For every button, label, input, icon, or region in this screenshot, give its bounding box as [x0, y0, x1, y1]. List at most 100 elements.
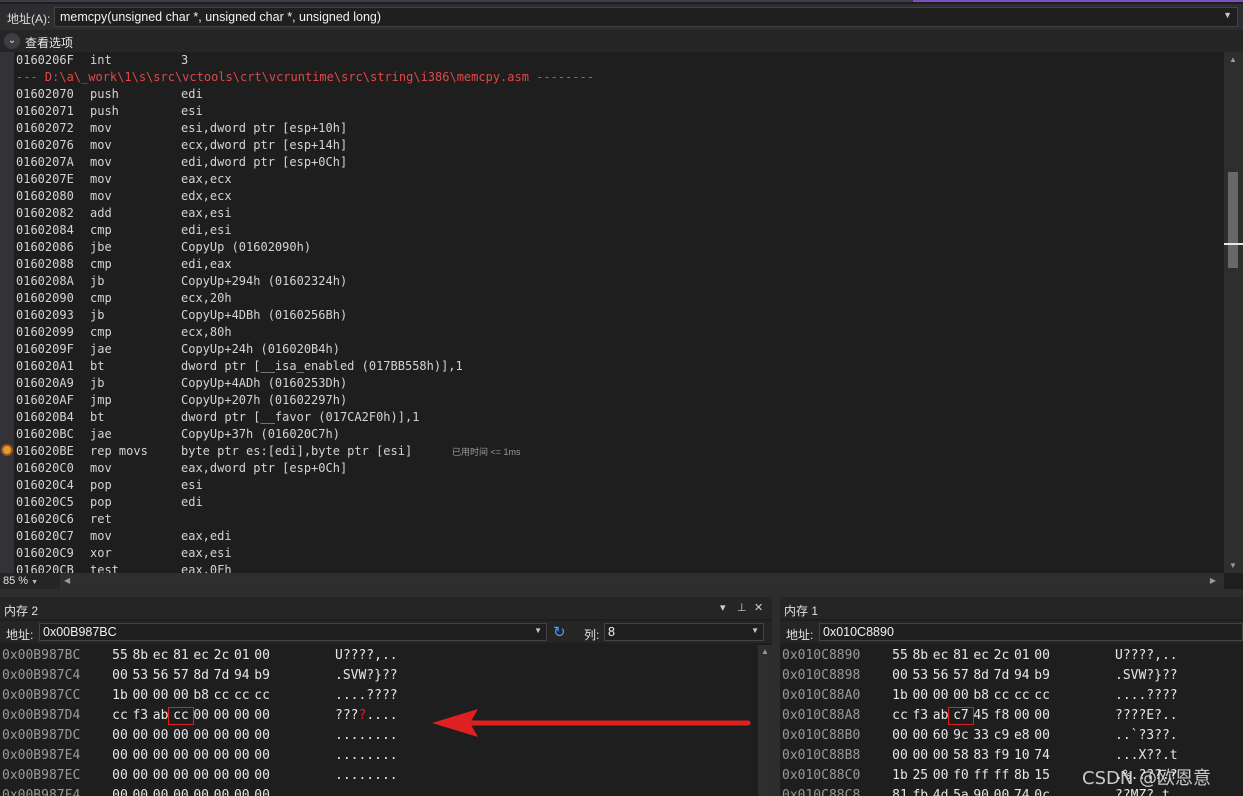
disasm-line[interactable]: 016020AF jmp CopyUp+207h (01602297h) [16, 392, 1221, 409]
instruction-mnemonic: bt [90, 359, 105, 373]
memory-byte[interactable]: 00 [1030, 646, 1054, 666]
scroll-right-icon[interactable]: ▶ [1210, 576, 1216, 585]
zoom-selector[interactable]: 85 % ▼ [0, 573, 60, 589]
disasm-line[interactable]: 016020B4 bt dword ptr [__favor (017CA2F0h)… [16, 409, 1221, 426]
disasm-line[interactable]: 01602076 mov ecx,dword ptr [esp+14h] [16, 137, 1221, 154]
disasm-line[interactable]: 01602084 cmp edi,esi [16, 222, 1221, 239]
pin-icon[interactable]: ⊥ [737, 601, 747, 614]
view-options-label[interactable]: 查看选项 [25, 34, 73, 51]
close-icon[interactable]: ✕ [754, 601, 763, 614]
disasm-line[interactable]: 01602093 jb CopyUp+4DBh (0160256Bh) [16, 307, 1221, 324]
disasm-line[interactable]: 016020A9 jb CopyUp+4ADh (0160253Dh) [16, 375, 1221, 392]
columns-value[interactable]: 8 [608, 625, 615, 639]
window-menu-icon[interactable]: ▾ [720, 601, 726, 614]
disasm-line[interactable]: 016020C4 pop esi [16, 477, 1221, 494]
memory-byte[interactable]: 00 [1030, 726, 1054, 746]
disasm-line[interactable]: 0160207A mov edi,dword ptr [esp+0Ch] [16, 154, 1221, 171]
disasm-line[interactable]: 01602070 push edi [16, 86, 1221, 103]
instruction-address: 01602072 [16, 121, 74, 135]
disasm-line[interactable]: 0160208A jb CopyUp+294h (01602324h) [16, 273, 1221, 290]
memory-byte[interactable]: 00 [250, 746, 274, 766]
chevron-down-icon[interactable]: ⌄ [4, 33, 20, 49]
perf-tip: 已用时间 <= 1ms [452, 447, 521, 457]
instruction-mnemonic: cmp [90, 325, 112, 339]
breakpoint-gutter[interactable] [0, 52, 14, 573]
instruction-operands: eax,esi [181, 546, 232, 560]
chevron-down-icon[interactable]: ▼ [751, 626, 759, 635]
memory-2-address-value[interactable]: 0x00B987BC [43, 625, 117, 639]
memory-byte[interactable]: cc [250, 686, 274, 706]
disasm-line[interactable]: 016020CB test eax,0Fh [16, 562, 1221, 573]
memory-1-title[interactable]: 内存 1 [784, 602, 818, 619]
disasm-line[interactable]: 016020C5 pop edi [16, 494, 1221, 511]
memory-byte[interactable]: 74 [1030, 746, 1054, 766]
instruction-address: 0160207E [16, 172, 74, 186]
instruction-operands: ecx,dword ptr [esp+14h] [181, 138, 348, 152]
disassembly-listing[interactable]: 0160206F int 3 --- D:\a\_work\1\s\src\vctoo… [16, 52, 1221, 573]
scroll-down-icon[interactable]: ▼ [1229, 561, 1237, 570]
disasm-line[interactable]: 016020BE rep movs byte ptr es:[edi],byte p… [16, 443, 1221, 460]
columns-select[interactable]: 8 ▼ [604, 623, 764, 641]
disasm-line[interactable]: 01602086 jbe CopyUp (01602090h) [16, 239, 1221, 256]
address-toolbar: 地址(A): memcpy(unsigned char *, unsigned … [0, 4, 1243, 30]
disassembly-horizontal-scrollbar[interactable]: 85 % ▼ ◀ ▶ [0, 573, 1224, 589]
memory-row-address: 0x00B987BC [2, 648, 81, 663]
memory-byte[interactable]: b9 [250, 666, 274, 686]
disasm-line[interactable]: 01602099 cmp ecx,80h [16, 324, 1221, 341]
disasm-line[interactable]: --- D:\a\_work\1\s\src\vctools\crt\vcrun… [16, 69, 1221, 86]
disasm-line[interactable]: 0160209F jae CopyUp+24h (016020B4h) [16, 341, 1221, 358]
memory-byte[interactable]: 00 [250, 726, 274, 746]
disasm-line[interactable]: 0160207E mov eax,ecx [16, 171, 1221, 188]
scroll-up-icon[interactable]: ▲ [761, 647, 769, 656]
instruction-address: 016020C6 [16, 512, 74, 526]
memory-1-address-field[interactable]: 0x010C8890 [819, 623, 1243, 641]
chevron-down-icon[interactable]: ▼ [534, 626, 542, 635]
disasm-line[interactable]: 01602082 add eax,esi [16, 205, 1221, 222]
memory-byte[interactable]: b9 [1030, 666, 1054, 686]
source-file-line: --- D:\a\_work\1\s\src\vctools\crt\vcrun… [16, 70, 594, 84]
disasm-line[interactable]: 01602080 mov edx,ecx [16, 188, 1221, 205]
instruction-mnemonic: cmp [90, 257, 112, 271]
scroll-left-icon[interactable]: ◀ [64, 576, 70, 585]
address-label: 地址(A): [7, 12, 51, 26]
scroll-up-icon[interactable]: ▲ [1229, 55, 1237, 64]
disasm-line[interactable]: 01602088 cmp edi,eax [16, 256, 1221, 273]
memory-2-address-field[interactable]: 0x00B987BC ▼ [39, 623, 547, 641]
disasm-line[interactable]: 016020C9 xor eax,esi [16, 545, 1221, 562]
instruction-mnemonic: jb [90, 308, 105, 322]
memory-byte[interactable]: 0c [1030, 786, 1054, 796]
memory-2-scrollbar[interactable]: ▲ [758, 645, 772, 796]
address-combobox[interactable]: memcpy(unsigned char *, unsigned char *,… [54, 7, 1238, 27]
chevron-down-icon[interactable]: ▼ [31, 579, 38, 586]
refresh-icon[interactable]: ↻ [553, 623, 566, 641]
memory-byte[interactable]: 00 [1030, 706, 1054, 726]
instruction-operands: CopyUp+4ADh (0160253Dh) [181, 376, 348, 390]
scrollbar-thumb[interactable] [1228, 172, 1238, 268]
memory-byte[interactable]: cc [1030, 686, 1054, 706]
memory-byte[interactable]: 15 [1030, 766, 1054, 786]
disasm-line[interactable]: 016020A1 bt dword ptr [__isa_enabled (017B… [16, 358, 1221, 375]
chevron-down-icon[interactable]: ▼ [1223, 10, 1232, 20]
memory-2-title[interactable]: 内存 2 [4, 602, 38, 619]
memory-byte[interactable]: 00 [250, 706, 274, 726]
disasm-line[interactable]: 0160206F int 3 [16, 52, 1221, 69]
memory-byte[interactable]: 00 [250, 646, 274, 666]
disasm-line[interactable]: 01602071 push esi [16, 103, 1221, 120]
memory-1-address-value[interactable]: 0x010C8890 [823, 625, 894, 639]
instruction-operands: eax,0Fh [181, 563, 232, 573]
disassembly-vertical-scrollbar[interactable]: ▲ ▼ [1224, 52, 1243, 573]
disasm-line[interactable]: 016020C7 mov eax,edi [16, 528, 1221, 545]
instruction-mnemonic: jmp [90, 393, 112, 407]
disasm-line[interactable]: 016020C6 ret [16, 511, 1221, 528]
instruction-operands: edx,ecx [181, 189, 232, 203]
memory-row-address: 0x010C88C0 [782, 768, 861, 783]
memory-byte[interactable]: 00 [250, 786, 274, 796]
address-value[interactable]: memcpy(unsigned char *, unsigned char *,… [60, 10, 381, 24]
disasm-line[interactable]: 016020BC jae CopyUp+37h (016020C7h) [16, 426, 1221, 443]
disasm-line[interactable]: 01602072 mov esi,dword ptr [esp+10h] [16, 120, 1221, 137]
memory-row-ascii: .SVW?}?? [335, 668, 398, 683]
disasm-line[interactable]: 016020C0 mov eax,dword ptr [esp+0Ch] [16, 460, 1221, 477]
memory-byte[interactable]: 00 [250, 766, 274, 786]
disasm-line[interactable]: 01602090 cmp ecx,20h [16, 290, 1221, 307]
zoom-level[interactable]: 85 % [3, 575, 28, 587]
